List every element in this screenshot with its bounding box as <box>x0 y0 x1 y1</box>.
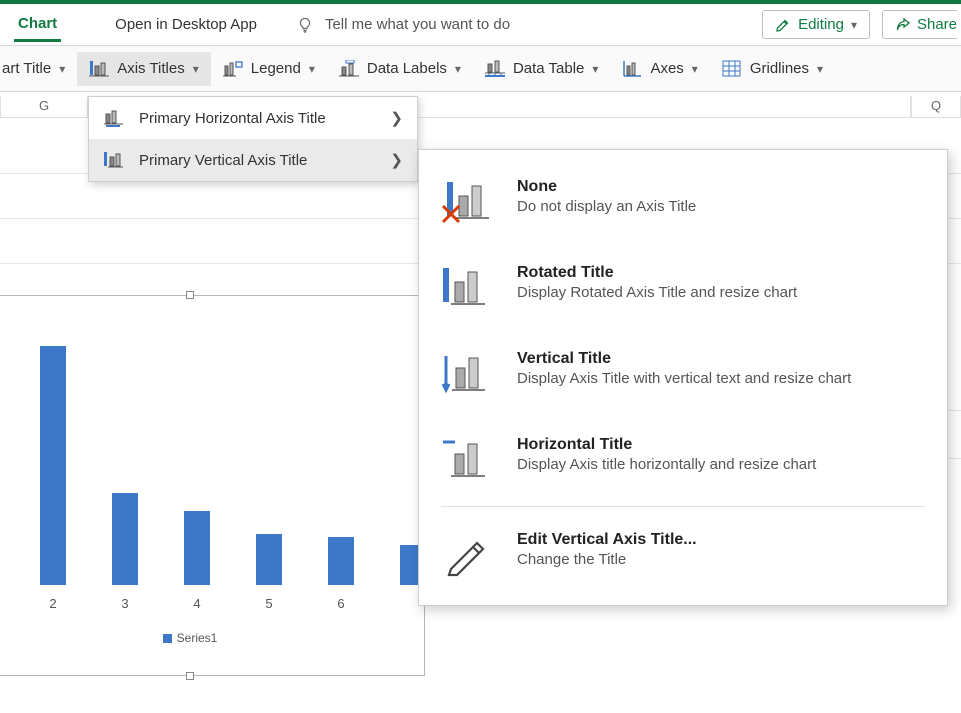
chevron-down-icon: ▾ <box>59 62 65 76</box>
col-header[interactable]: G <box>0 96 88 118</box>
chevron-right-icon: ❯ <box>390 109 403 127</box>
data-labels-label: Data Labels <box>367 60 447 77</box>
lightbulb-icon <box>297 17 313 33</box>
option-horizontal-title[interactable]: Horizontal Title Display Axis title hori… <box>419 416 947 502</box>
legend-series-label: Series1 <box>177 631 218 645</box>
menu-primary-horizontal-axis-title[interactable]: Primary Horizontal Axis Title ❯ <box>89 97 417 139</box>
chart-bar <box>256 534 282 585</box>
chevron-down-icon: ▾ <box>851 18 857 32</box>
data-table-label: Data Table <box>513 60 584 77</box>
menu-label: Primary Horizontal Axis Title <box>139 110 326 127</box>
option-title: Vertical Title <box>517 350 851 368</box>
chart-bar <box>328 537 354 585</box>
option-title: Horizontal Title <box>517 436 816 454</box>
chart-ribbon: art Title ▾ Axis Titles ▾ Legend ▾ Data … <box>0 46 961 92</box>
x-axis-tick-label: 6 <box>337 596 344 611</box>
share-icon <box>895 17 911 33</box>
x-axis-tick-label: 5 <box>265 596 272 611</box>
chevron-down-icon: ▾ <box>309 62 315 76</box>
gridlines-label: Gridlines <box>750 60 809 77</box>
none-icon <box>441 178 495 224</box>
chart-legend: Series1 <box>0 631 424 645</box>
menu-primary-vertical-axis-title[interactable]: Primary Vertical Axis Title ❯ <box>89 139 417 181</box>
axis-titles-icon <box>89 60 109 78</box>
option-edit-vertical-axis-title[interactable]: Edit Vertical Axis Title... Change the T… <box>419 511 947 597</box>
data-labels-button[interactable]: Data Labels ▾ <box>327 52 473 86</box>
pencil-icon <box>775 17 791 33</box>
x-axis-tick-label: 4 <box>193 596 200 611</box>
option-title: Rotated Title <box>517 264 797 282</box>
gridlines-button[interactable]: Gridlines ▾ <box>710 52 835 86</box>
chart-plot-area: 23456 <box>12 346 410 585</box>
x-axis-tick-label: 2 <box>49 596 56 611</box>
col-header[interactable]: Q <box>911 96 961 118</box>
chevron-right-icon: ❯ <box>390 151 403 169</box>
option-none[interactable]: None Do not display an Axis Title <box>419 158 947 244</box>
chevron-down-icon: ▾ <box>193 62 199 76</box>
axis-horizontal-icon <box>103 109 125 127</box>
option-desc: Change the Title <box>517 551 697 568</box>
option-vertical-title[interactable]: Vertical Title Display Axis Title with v… <box>419 330 947 416</box>
chart-title-button[interactable]: art Title ▾ <box>0 52 77 85</box>
tell-me-search[interactable]: Tell me what you want to do <box>297 16 510 33</box>
editing-mode-button[interactable]: Editing ▾ <box>762 10 870 39</box>
horizontal-title-icon <box>441 436 495 482</box>
axes-icon <box>622 60 642 78</box>
tell-me-placeholder: Tell me what you want to do <box>325 16 510 33</box>
option-title: Edit Vertical Axis Title... <box>517 531 697 549</box>
pencil-icon <box>441 531 495 577</box>
legend-icon <box>223 60 243 78</box>
chevron-down-icon: ▾ <box>817 62 823 76</box>
axis-titles-menu: Primary Horizontal Axis Title ❯ Primary … <box>88 96 418 182</box>
chart-bar <box>184 511 210 585</box>
axes-label: Axes <box>650 60 683 77</box>
legend-swatch <box>163 634 172 643</box>
resize-handle-bottom[interactable] <box>186 672 194 680</box>
data-table-button[interactable]: Data Table ▾ <box>473 52 610 86</box>
axis-titles-button[interactable]: Axis Titles ▾ <box>77 52 211 86</box>
option-desc: Display Axis title horizontally and resi… <box>517 456 816 473</box>
share-label: Share <box>917 16 957 33</box>
gridlines-icon <box>722 60 742 78</box>
chevron-down-icon: ▾ <box>455 62 461 76</box>
option-desc: Display Rotated Axis Title and resize ch… <box>517 284 797 301</box>
legend-label: Legend <box>251 60 301 77</box>
menu-separator <box>441 506 925 507</box>
legend-button[interactable]: Legend ▾ <box>211 52 327 86</box>
title-tab-bar: Chart Open in Desktop App Tell me what y… <box>0 4 961 46</box>
chart-bar <box>40 346 66 585</box>
axis-titles-label: Axis Titles <box>117 60 185 77</box>
option-title: None <box>517 178 696 196</box>
chart-bar <box>112 493 138 585</box>
data-table-icon <box>485 60 505 78</box>
resize-handle-top[interactable] <box>186 291 194 299</box>
data-labels-icon <box>339 60 359 78</box>
rotated-title-icon <box>441 264 495 310</box>
chevron-down-icon: ▾ <box>692 62 698 76</box>
tab-chart[interactable]: Chart <box>14 7 61 42</box>
chevron-down-icon: ▾ <box>592 62 598 76</box>
option-desc: Do not display an Axis Title <box>517 198 696 215</box>
embedded-chart[interactable]: 23456 Series1 <box>0 295 425 676</box>
option-desc: Display Axis Title with vertical text an… <box>517 370 851 387</box>
menu-label: Primary Vertical Axis Title <box>139 152 307 169</box>
vertical-title-icon <box>441 350 495 396</box>
axis-vertical-icon <box>103 151 125 169</box>
x-axis-tick-label: 3 <box>121 596 128 611</box>
open-in-desktop-link[interactable]: Open in Desktop App <box>115 16 257 33</box>
editing-label: Editing <box>798 16 844 33</box>
chart-title-label: art Title <box>2 60 51 77</box>
vertical-axis-title-submenu: None Do not display an Axis Title Rotate… <box>418 149 948 606</box>
option-rotated-title[interactable]: Rotated Title Display Rotated Axis Title… <box>419 244 947 330</box>
share-button[interactable]: Share <box>882 10 957 39</box>
axes-button[interactable]: Axes ▾ <box>610 52 709 86</box>
